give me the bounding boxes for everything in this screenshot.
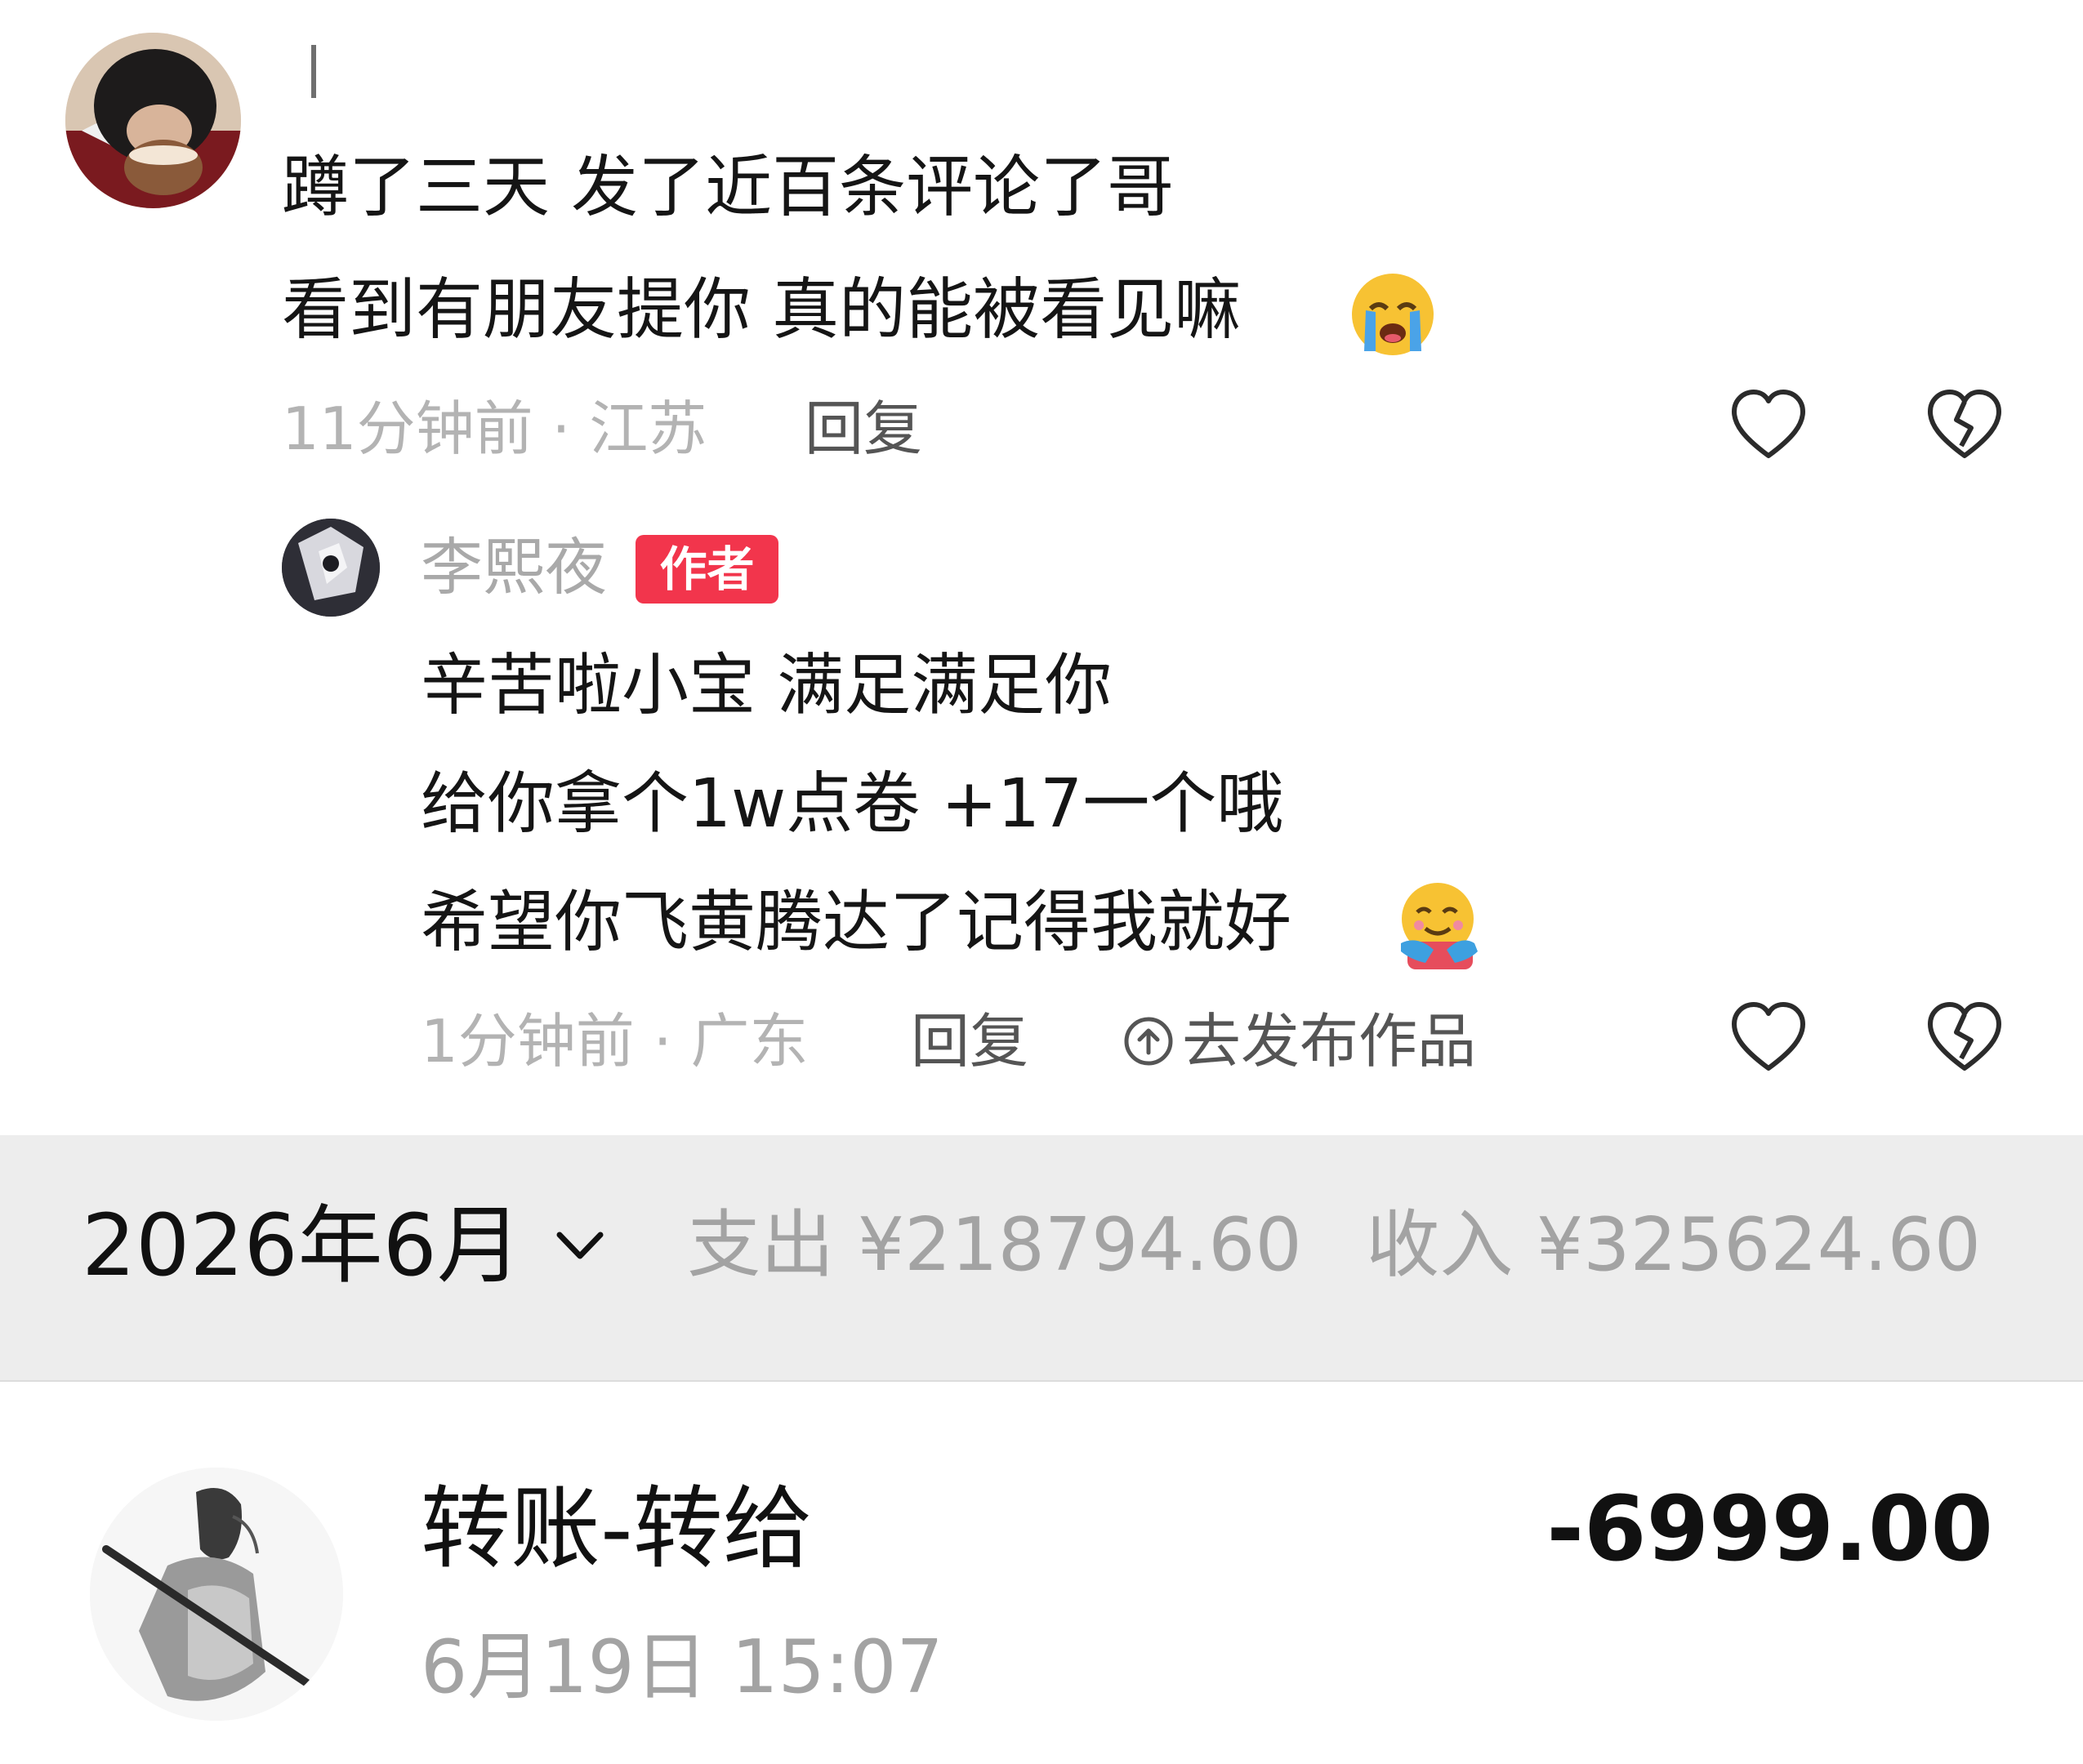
like-heart-icon[interactable] — [1728, 385, 1809, 467]
author-badge: 作者 — [636, 535, 778, 604]
transaction-avatar-image — [90, 1468, 343, 1721]
chevron-down-icon[interactable] — [551, 1217, 609, 1274]
income-total: 收入 ¥325624.60 — [1366, 1202, 1981, 1288]
month-selector[interactable]: 2026年6月 — [82, 1192, 522, 1298]
expense-total: 支出 ¥218794.60 — [687, 1202, 1302, 1288]
transaction-title: 转账-转给 — [421, 1477, 813, 1581]
transaction-avatar — [90, 1468, 343, 1721]
commenter-avatar-image — [65, 33, 241, 208]
like-heart-icon[interactable] — [1728, 998, 1809, 1080]
dislike-broken-heart-icon[interactable] — [1924, 998, 2005, 1080]
reply-author-avatar[interactable] — [282, 519, 380, 617]
publish-work-label: 去发布作品 — [1182, 1007, 1477, 1076]
month-summary-totals: 支出 ¥218794.60 收入 ¥325624.60 — [687, 1196, 1981, 1294]
reply-reply-button[interactable]: 回复 — [911, 1000, 1028, 1082]
comment-section: 蹲了三天 发了近百条评论了哥 看到有朋友提你 真的能被看见嘛 11分钟前 · 江… — [0, 0, 2083, 1135]
transaction-row[interactable]: 转账-转给 -6999.00 6月19日 15:07 — [0, 1382, 2083, 1764]
loudly-crying-face-icon — [1352, 274, 1434, 355]
commenter-avatar[interactable] — [65, 33, 241, 208]
transaction-time: 6月19日 15:07 — [421, 1624, 943, 1710]
dislike-broken-heart-icon[interactable] — [1924, 385, 2005, 467]
reply-text-line-1: 辛苦啦小宝 满足满足你 — [421, 647, 1113, 724]
reply-time-location: 1分钟前 · 广东 — [421, 1007, 809, 1076]
comment-reply-button[interactable]: 回复 — [805, 388, 922, 470]
reply-text-line-3: 希望你飞黄腾达了记得我就好 — [421, 884, 1292, 961]
reply-author-avatar-image — [282, 519, 380, 617]
comment-time-location: 11分钟前 · 江苏 — [282, 394, 707, 463]
text-cursor — [311, 45, 316, 98]
reply-author-name[interactable]: 李熙夜 — [421, 527, 607, 608]
comment-text-line-1: 蹲了三天 发了近百条评论了哥 — [282, 149, 1175, 226]
month-summary-bar: 2026年6月 支出 ¥218794.60 收入 ¥325624.60 — [0, 1135, 2083, 1380]
hugging-face-icon — [1401, 883, 1478, 969]
reply-text-line-2: 给你拿个1w点卷 +17一个哦 — [421, 765, 1284, 843]
publish-work-button[interactable]: 去发布作品 — [1123, 1000, 1476, 1082]
comment-text-line-2: 看到有朋友提你 真的能被看见嘛 — [282, 271, 1242, 349]
transaction-amount: -6999.00 — [1546, 1477, 1993, 1581]
upload-arrow-icon — [1124, 1017, 1173, 1066]
